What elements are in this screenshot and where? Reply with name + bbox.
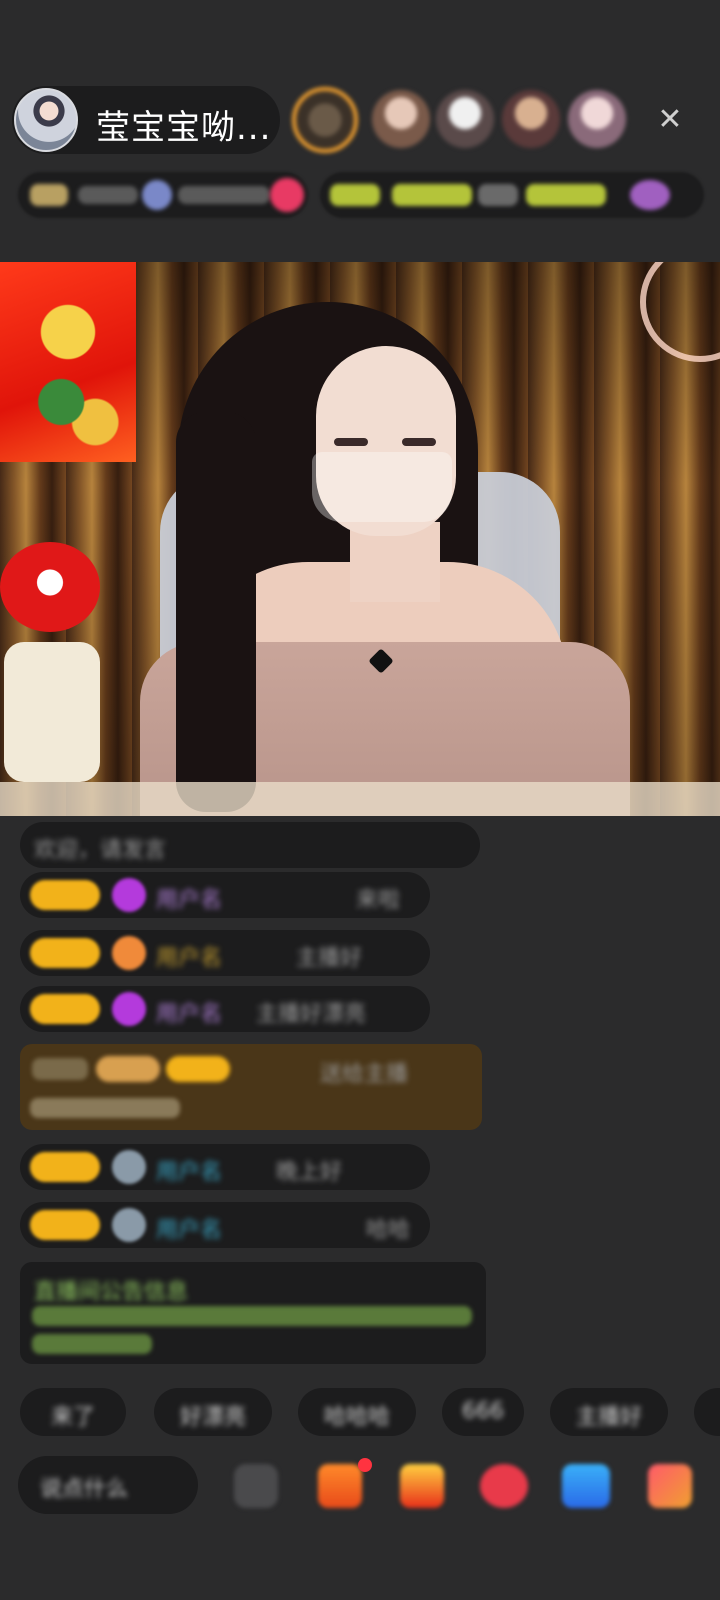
activity-icon [630, 180, 670, 210]
quick-reply-label: 好漂亮 [179, 1405, 246, 1430]
event-tag [478, 184, 518, 206]
level-badge [166, 1056, 230, 1082]
chat-message-text: 来啦 [356, 888, 401, 913]
viewer-avatar[interactable] [502, 90, 560, 148]
fans-club-text [178, 186, 270, 204]
gift-box-icon[interactable] [318, 1464, 362, 1508]
hot-icon [270, 178, 304, 212]
quick-reply-row: 来了 好漂亮 哈哈哈 666 主播好 [20, 1388, 720, 1436]
host-row: 莹宝宝呦... ✕ [12, 86, 712, 154]
chat-message: 用户名 哈哈 [20, 1202, 430, 1248]
chat-username[interactable]: 用户名 [156, 1154, 222, 1186]
emoji-icon[interactable] [234, 1464, 278, 1508]
present-icon[interactable] [400, 1464, 444, 1508]
close-icon[interactable]: ✕ [652, 102, 688, 138]
level-badge [30, 880, 100, 910]
gift-tag [32, 1058, 88, 1080]
live-video[interactable] [0, 262, 720, 816]
quick-reply-chip[interactable]: 来了 [20, 1388, 126, 1436]
fans-badge [96, 1056, 160, 1082]
more-icon[interactable] [648, 1464, 692, 1508]
event-tag [526, 184, 606, 206]
rank-icon [30, 184, 68, 206]
level-badge [30, 1152, 100, 1182]
host-info-pill[interactable]: 莹宝宝呦... [12, 86, 280, 154]
chat-message-text: 主播好漂亮 [256, 1002, 367, 1027]
gift-message: 送给主播 [20, 1044, 482, 1130]
medal-icon [112, 936, 146, 970]
gift-detail [30, 1098, 180, 1118]
toy-stand [4, 642, 100, 782]
level-badge [30, 1210, 100, 1240]
host-name[interactable]: 莹宝宝呦... [96, 100, 271, 149]
room-badge-row [18, 172, 708, 218]
bottom-toolbar: 说点什么 [18, 1456, 718, 1516]
chat-message: 欢迎，请发言 [20, 822, 480, 868]
chat-username[interactable]: 用户名 [156, 996, 222, 1028]
rank-text [78, 186, 138, 204]
quick-reply-label: 主播好 [575, 1405, 642, 1430]
quick-reply-chip[interactable]: 主播好 [550, 1388, 668, 1436]
quick-reply-label: 哈哈哈 [323, 1405, 390, 1430]
announcement-line [32, 1306, 472, 1326]
top-viewer-avatar[interactable] [292, 87, 358, 153]
chat-message: 用户名 来啦 [20, 872, 430, 918]
announcement-text: 直播间公告信息 [34, 1280, 189, 1305]
diamond-icon [112, 992, 146, 1026]
chat-username[interactable]: 用户名 [156, 940, 222, 972]
chat-message: 用户名 晚上好 [20, 1144, 430, 1190]
heart-icon[interactable] [480, 1464, 528, 1508]
chat-username[interactable]: 用户名 [156, 882, 222, 914]
streamer-hair-front [176, 412, 256, 812]
quick-reply-chip[interactable] [694, 1388, 720, 1436]
chat-message-text: 哈哈 [366, 1218, 411, 1243]
notification-dot [358, 1458, 372, 1472]
viewer-avatar[interactable] [568, 90, 626, 148]
user-avatar [112, 1208, 146, 1242]
chat-username[interactable]: 用户名 [156, 1212, 222, 1244]
eye [334, 438, 368, 446]
fans-club-icon [142, 180, 172, 210]
level-badge [30, 938, 100, 968]
viewer-avatar[interactable] [372, 90, 430, 148]
quick-reply-label: 来了 [50, 1405, 95, 1430]
chat-input-placeholder: 说点什么 [40, 1477, 129, 1502]
quick-reply-label: 666 [462, 1399, 504, 1424]
user-avatar [112, 1150, 146, 1184]
level-badge [30, 994, 100, 1024]
chat-message-text: 晚上好 [276, 1160, 343, 1185]
quick-reply-chip[interactable]: 666 [442, 1388, 524, 1436]
desk [0, 782, 720, 816]
event-tag [330, 184, 380, 206]
chat-message: 用户名 主播好 [20, 930, 430, 976]
chat-message: 用户名 主播好漂亮 [20, 986, 430, 1032]
chat-input[interactable]: 说点什么 [18, 1456, 198, 1514]
quick-reply-chip[interactable]: 哈哈哈 [298, 1388, 416, 1436]
chat-message-text: 主播好 [296, 946, 363, 971]
chat-message-text: 欢迎，请发言 [34, 838, 167, 863]
diamond-icon [112, 878, 146, 912]
eye [402, 438, 436, 446]
quick-reply-chip[interactable]: 好漂亮 [154, 1388, 272, 1436]
face-mask [312, 452, 452, 522]
announcement-line [32, 1334, 152, 1354]
viewer-avatar[interactable] [436, 90, 494, 148]
host-avatar[interactable] [14, 88, 78, 152]
plush-toy [0, 542, 100, 632]
event-tag [392, 184, 472, 206]
game-icon[interactable] [562, 1464, 610, 1508]
god-of-wealth-poster [0, 262, 136, 462]
chat-message-text: 送给主播 [320, 1062, 409, 1087]
announcement-message: 直播间公告信息 [20, 1262, 486, 1364]
